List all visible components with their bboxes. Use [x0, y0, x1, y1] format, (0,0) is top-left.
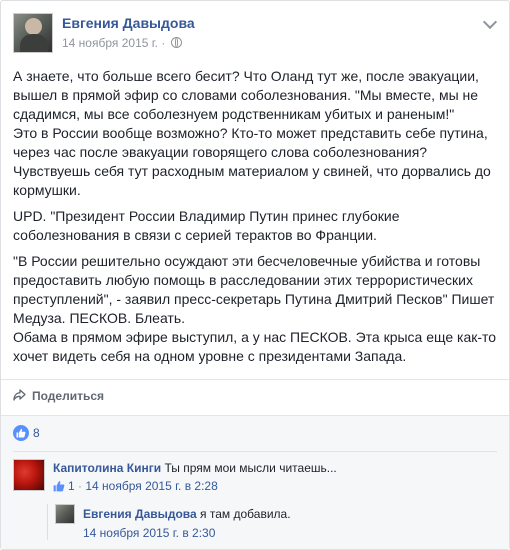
commenter-avatar[interactable] [13, 459, 45, 491]
like-reaction-icon [13, 425, 29, 441]
post-actions: Поделиться [1, 379, 509, 415]
post-timestamp[interactable]: 14 ноября 2015 г. [62, 36, 158, 50]
facebook-post: Евгения Давыдова 14 ноября 2015 г. · А з… [0, 0, 510, 550]
post-paragraph: А знаете, что больше всего бесит? Что Ол… [13, 68, 491, 198]
like-count: 8 [33, 426, 40, 440]
post-paragraph: UPD. "Президент России Владимир Путин пр… [13, 208, 400, 243]
globe-icon[interactable] [170, 37, 182, 48]
reply-text-line: Евгения Давыдова я там добавила. [83, 506, 291, 522]
reply-author[interactable]: Евгения Давыдова [83, 507, 197, 521]
post-header: Евгения Давыдова 14 ноября 2015 г. · [13, 13, 498, 57]
reply-timestamp[interactable]: 14 ноября 2015 г. в 2:30 [83, 526, 215, 540]
post-author-name[interactable]: Евгения Давыдова [62, 15, 195, 31]
reply-body: я там добавила. [200, 507, 291, 521]
reply-indent-line [47, 504, 48, 540]
feedback-divider [13, 451, 497, 452]
share-label: Поделиться [32, 389, 105, 403]
share-button[interactable]: Поделиться [13, 389, 104, 403]
reply-item: Евгения Давыдова я там добавила. 14 нояб… [47, 504, 493, 544]
thumbs-up-icon[interactable] [53, 480, 65, 492]
post-meta: 14 ноября 2015 г. · [62, 36, 182, 50]
comment-body: Ты прям мои мысли читаешь... [164, 461, 337, 475]
post-paragraph: "В России решительно осуждают эти бесчел… [13, 253, 497, 364]
reply-avatar[interactable] [55, 504, 75, 524]
reply-meta: 14 ноября 2015 г. в 2:30 [83, 526, 215, 540]
chevron-down-icon[interactable] [482, 14, 498, 30]
comment-meta-separator: · [74, 479, 86, 493]
feedback-area: 8 Капитолина Кинги Ты прям мои мысли чит… [1, 415, 509, 549]
comment-author[interactable]: Капитолина Кинги [53, 461, 161, 475]
comment-meta: 1 · 14 ноября 2015 г. в 2:28 [53, 479, 218, 493]
like-summary[interactable]: 8 [13, 425, 40, 441]
author-avatar[interactable] [13, 13, 53, 53]
comment-timestamp[interactable]: 14 ноября 2015 г. в 2:28 [85, 479, 217, 493]
comment-item: Капитолина Кинги Ты прям мои мысли читае… [13, 459, 493, 509]
post-separator: · [161, 36, 169, 50]
share-icon [13, 389, 26, 401]
post-content: А знаете, что больше всего бесит? Что Ол… [13, 67, 497, 373]
comment-text-line: Капитолина Кинги Ты прям мои мысли читае… [53, 460, 337, 476]
comment-like-count[interactable]: 1 [68, 479, 75, 493]
